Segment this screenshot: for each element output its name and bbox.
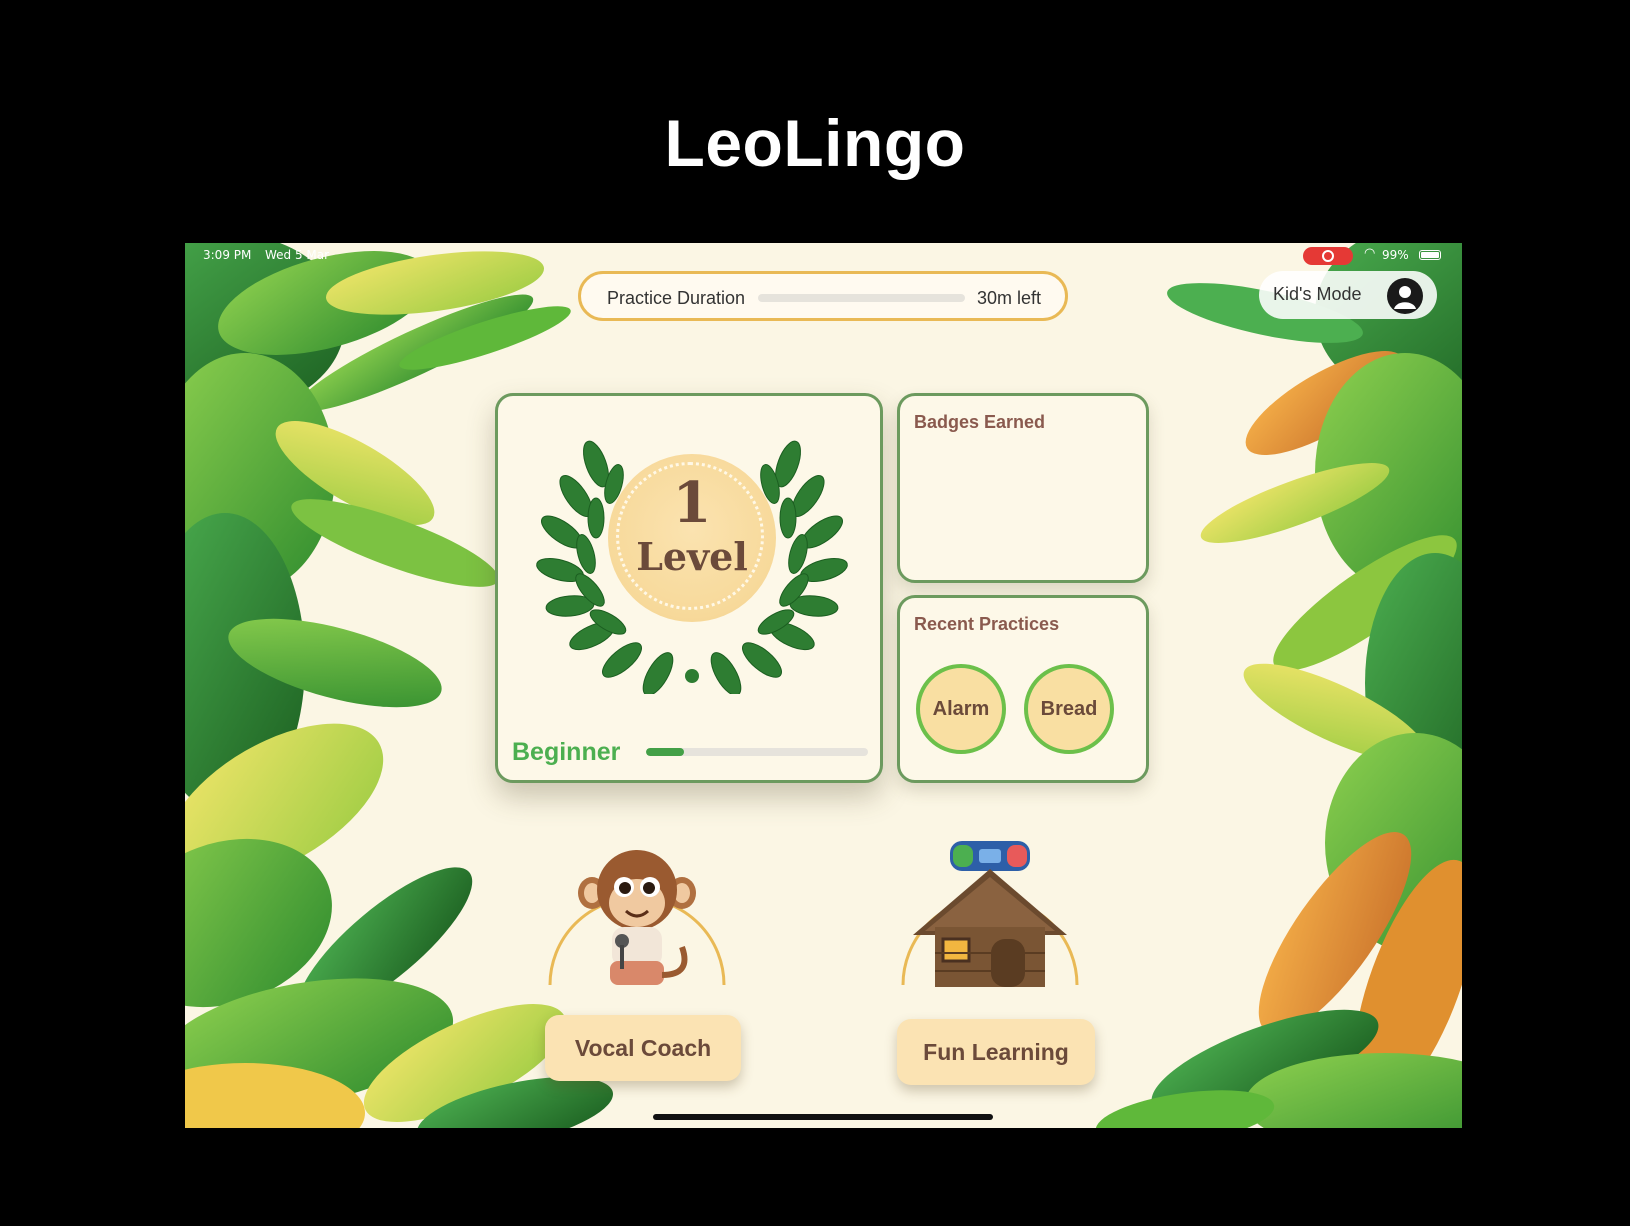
level-card[interactable]: 1 Level Beginner (495, 393, 883, 783)
kids-mode-button[interactable]: Kid's Mode (1259, 271, 1437, 319)
recent-practices-card: Recent Practices Alarm Bread (897, 595, 1149, 783)
ipad-screen: 3:09 PM Wed 5 Mar ◠ 99% Practice Duratio… (185, 243, 1462, 1128)
fun-learning-button[interactable]: Fun Learning (897, 1019, 1095, 1085)
status-bar: 3:09 PM Wed 5 Mar ◠ 99% (185, 243, 1462, 269)
battery-icon (1419, 250, 1441, 260)
wifi-icon: ◠ (1364, 246, 1376, 261)
recent-practices-title: Recent Practices (914, 614, 1060, 634)
rank-label: Beginner (512, 738, 621, 766)
screen-record-icon (1303, 247, 1353, 265)
person-icon (1387, 278, 1423, 314)
status-date: Wed 5 Mar (265, 248, 330, 262)
home-indicator[interactable] (653, 1114, 993, 1120)
slide-title: LeoLingo (664, 106, 966, 180)
treehouse-game-icon (901, 841, 1079, 987)
level-medal: 1 Level (608, 454, 776, 622)
badges-earned-title: Badges Earned (914, 412, 1046, 432)
practice-duration-bar: Practice Duration 30m left (578, 271, 1068, 321)
recent-practice-item[interactable]: Bread (1024, 664, 1114, 754)
recent-practice-item[interactable]: Alarm (916, 664, 1006, 754)
level-number: 1 (672, 470, 712, 536)
rank-progress-track (646, 748, 868, 756)
level-word: Level (636, 534, 748, 579)
battery-percent: 99% (1382, 248, 1409, 262)
practice-duration-label: Practice Duration (607, 288, 746, 308)
badges-earned-card[interactable]: Badges Earned (897, 393, 1149, 583)
status-time: 3:09 PM (203, 248, 252, 262)
practice-time-remaining: 30m left (977, 288, 1042, 308)
kids-mode-label: Kid's Mode (1273, 284, 1362, 304)
vocal-coach-button[interactable]: Vocal Coach (545, 1015, 741, 1081)
rank-progress-fill (646, 748, 684, 756)
monkey-mascot-icon (548, 850, 726, 986)
practice-progress-track (758, 294, 965, 302)
